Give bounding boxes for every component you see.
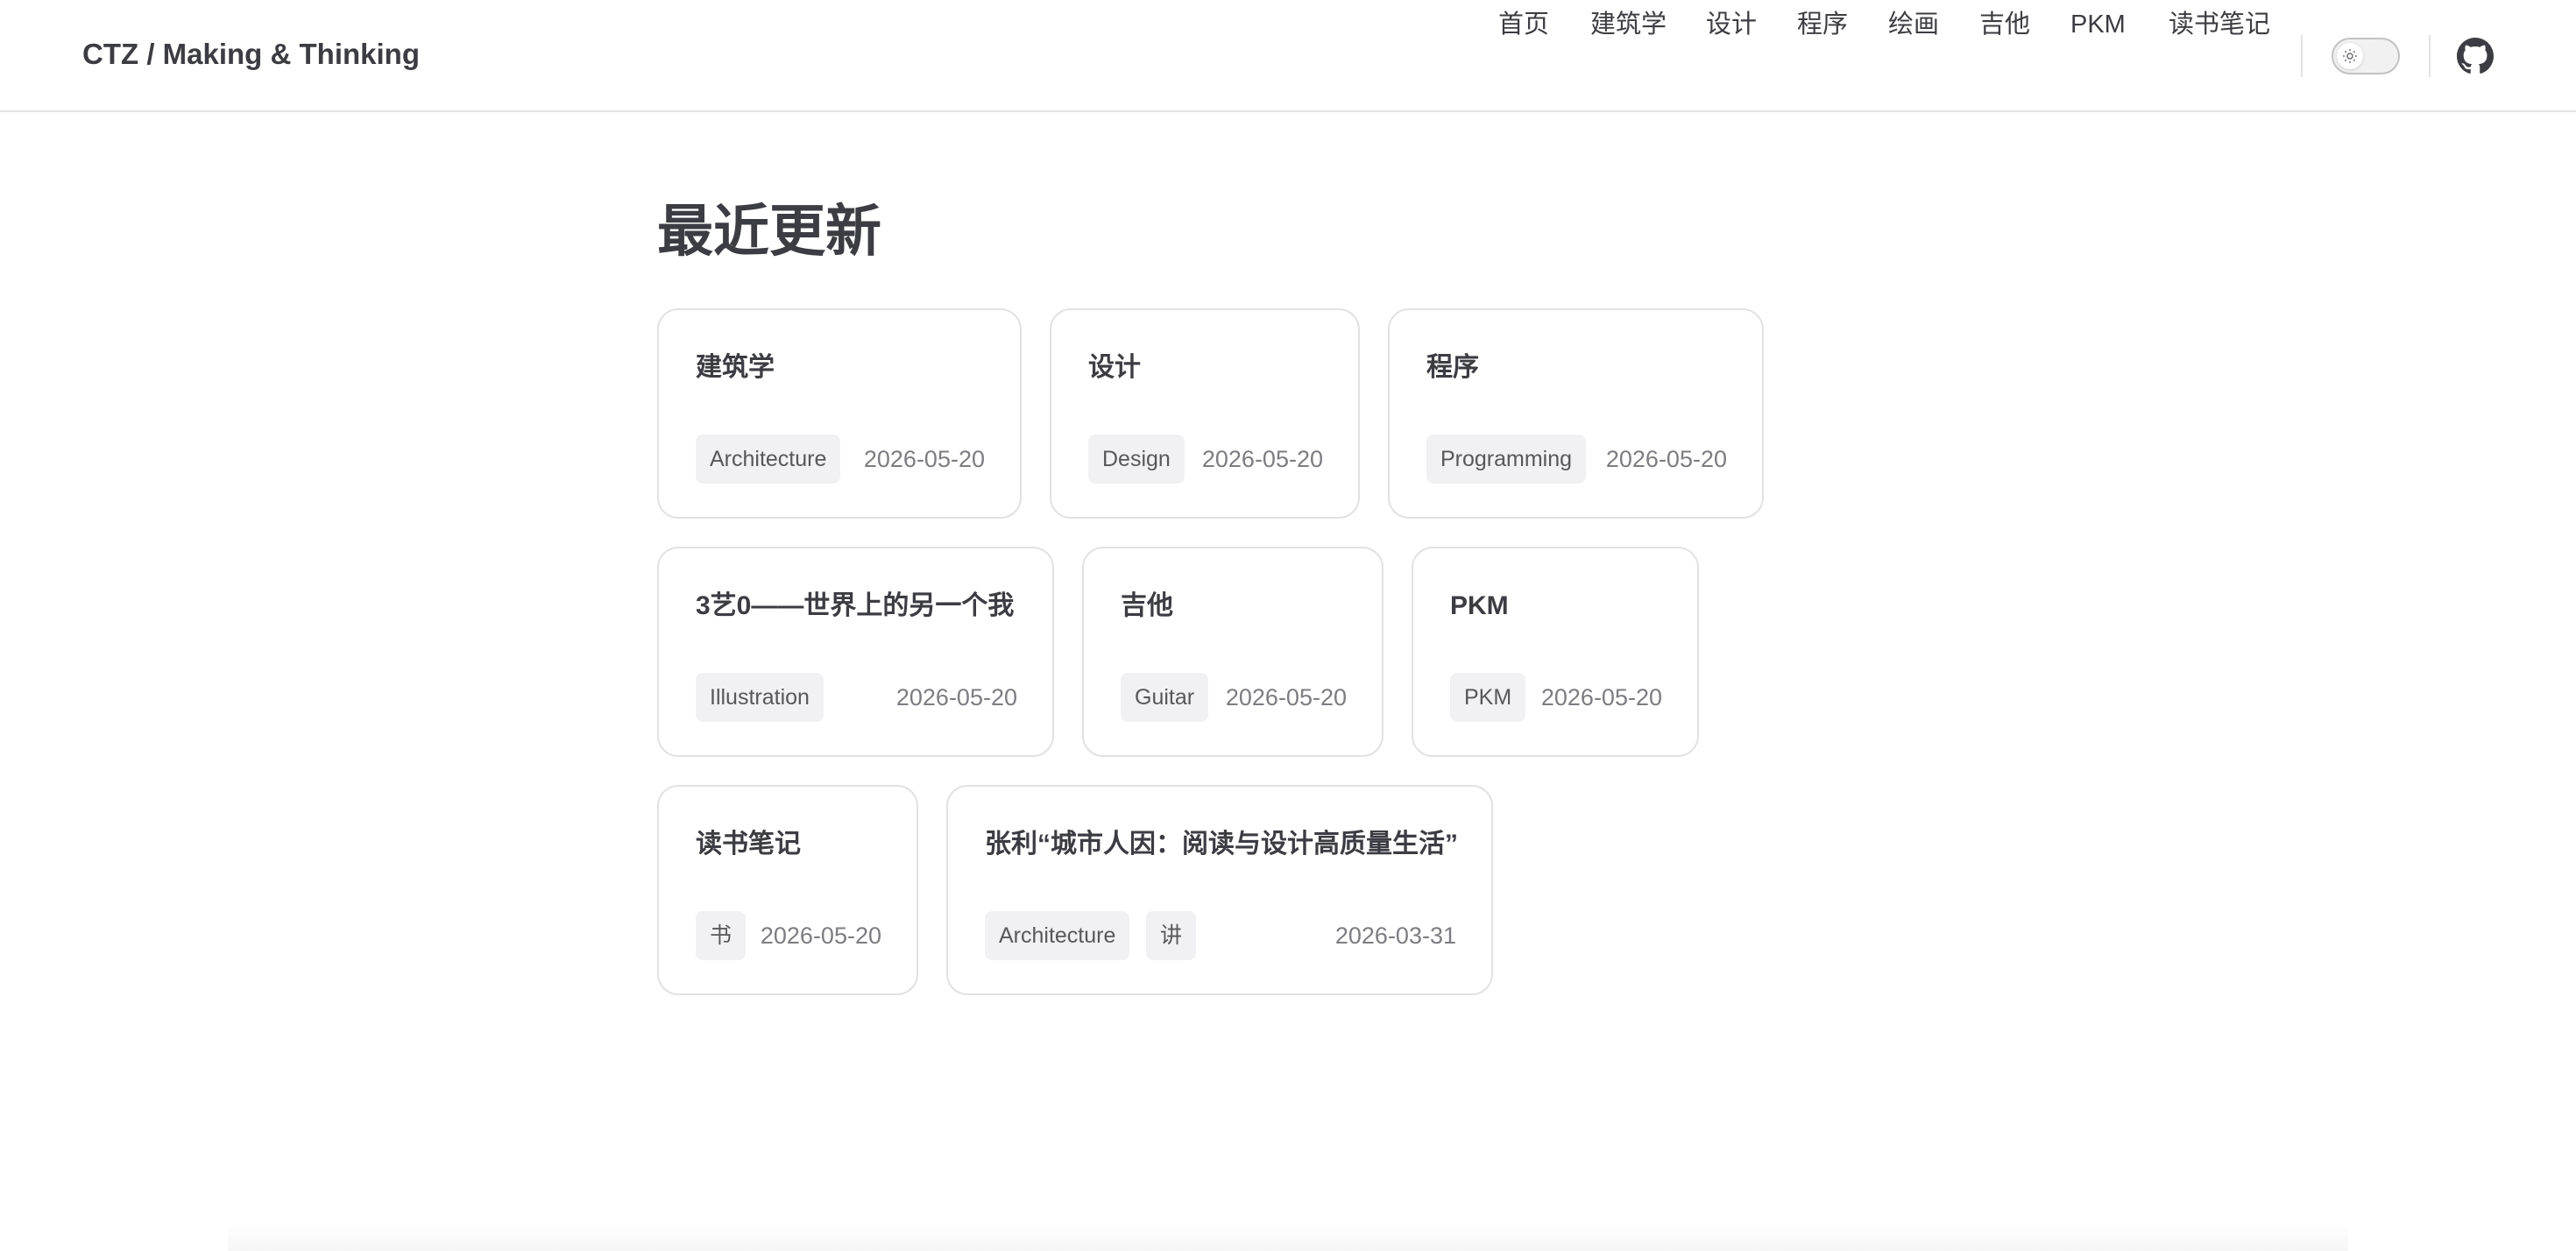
post-card[interactable]: PKM PKM 2026-05-20 xyxy=(1412,547,1699,757)
sun-icon xyxy=(2343,49,2357,63)
card-title: 程序 xyxy=(1426,353,1479,382)
footer-edge xyxy=(228,1223,2348,1251)
nav-item-pkm[interactable]: PKM xyxy=(2070,0,2126,49)
post-card[interactable]: 建筑学 Architecture 2026-05-20 xyxy=(657,308,1022,519)
card-date: 2026-05-20 xyxy=(1201,446,1323,472)
top-nav-bar: CTZ / Making & Thinking 首页 建筑学 设计 程序 绘画 … xyxy=(0,0,2576,112)
nav-item-guitar[interactable]: 吉他 xyxy=(1979,0,2030,49)
card-date: 2026-05-20 xyxy=(1605,446,1727,472)
github-link[interactable] xyxy=(2457,38,2494,74)
card-tag[interactable]: Architecture xyxy=(985,911,1130,960)
card-date: 2026-05-20 xyxy=(1225,684,1347,710)
nav-item-design[interactable]: 设计 xyxy=(1706,0,1757,49)
nav-item-painting[interactable]: 绘画 xyxy=(1888,0,1939,49)
nav-divider xyxy=(2301,35,2303,77)
card-tag[interactable]: Guitar xyxy=(1121,673,1209,722)
card-date: 2026-05-20 xyxy=(1540,684,1662,710)
post-card[interactable]: 张利“城市人因：阅读与设计高质量生活” Architecture 讲 2026-… xyxy=(946,785,1493,995)
post-card[interactable]: 程序 Programming 2026-05-20 xyxy=(1388,308,1764,519)
card-tag[interactable]: 书 xyxy=(696,911,747,960)
card-tag[interactable]: Illustration xyxy=(696,673,824,722)
nav-item-programming[interactable]: 程序 xyxy=(1797,0,1848,49)
post-card[interactable]: 读书笔记 书 2026-05-20 xyxy=(657,785,918,995)
theme-toggle-knob xyxy=(2337,43,2363,69)
card-date: 2026-05-20 xyxy=(895,684,1017,710)
card-title: 建筑学 xyxy=(696,353,775,382)
post-card[interactable]: 设计 Design 2026-05-20 xyxy=(1050,308,1360,519)
card-title: 3艺0——世界上的另一个我 xyxy=(696,591,1015,620)
card-title: 设计 xyxy=(1088,353,1141,382)
github-icon xyxy=(2457,38,2494,74)
page-title: 最近更新 xyxy=(657,200,881,263)
card-tag[interactable]: 讲 xyxy=(1146,911,1197,960)
card-date: 2026-05-20 xyxy=(760,922,881,949)
site-title-link[interactable]: CTZ / Making & Thinking xyxy=(82,35,420,74)
card-tag[interactable]: PKM xyxy=(1450,673,1526,722)
post-card[interactable]: 吉他 Guitar 2026-05-20 xyxy=(1082,547,1384,757)
nav-item-architecture[interactable]: 建筑学 xyxy=(1590,0,1667,49)
card-title: 张利“城市人因：阅读与设计高质量生活” xyxy=(985,830,1458,859)
card-tag[interactable]: Programming xyxy=(1426,435,1587,484)
nav-item-reading-notes[interactable]: 读书笔记 xyxy=(2169,0,2270,49)
card-tag[interactable]: Design xyxy=(1088,435,1185,484)
nav-divider xyxy=(2429,35,2431,77)
card-title: 吉他 xyxy=(1121,591,1173,620)
post-card[interactable]: 3艺0——世界上的另一个我 Illustration 2026-05-20 xyxy=(657,547,1054,757)
card-title: PKM xyxy=(1450,591,1509,620)
card-date: 2026-03-31 xyxy=(1334,922,1456,949)
card-tag[interactable]: Architecture xyxy=(696,435,841,484)
nav-item-home[interactable]: 首页 xyxy=(1498,0,1549,49)
theme-toggle-switch[interactable] xyxy=(2332,38,2400,74)
card-date: 2026-05-20 xyxy=(863,446,985,472)
card-title: 读书笔记 xyxy=(696,830,801,859)
